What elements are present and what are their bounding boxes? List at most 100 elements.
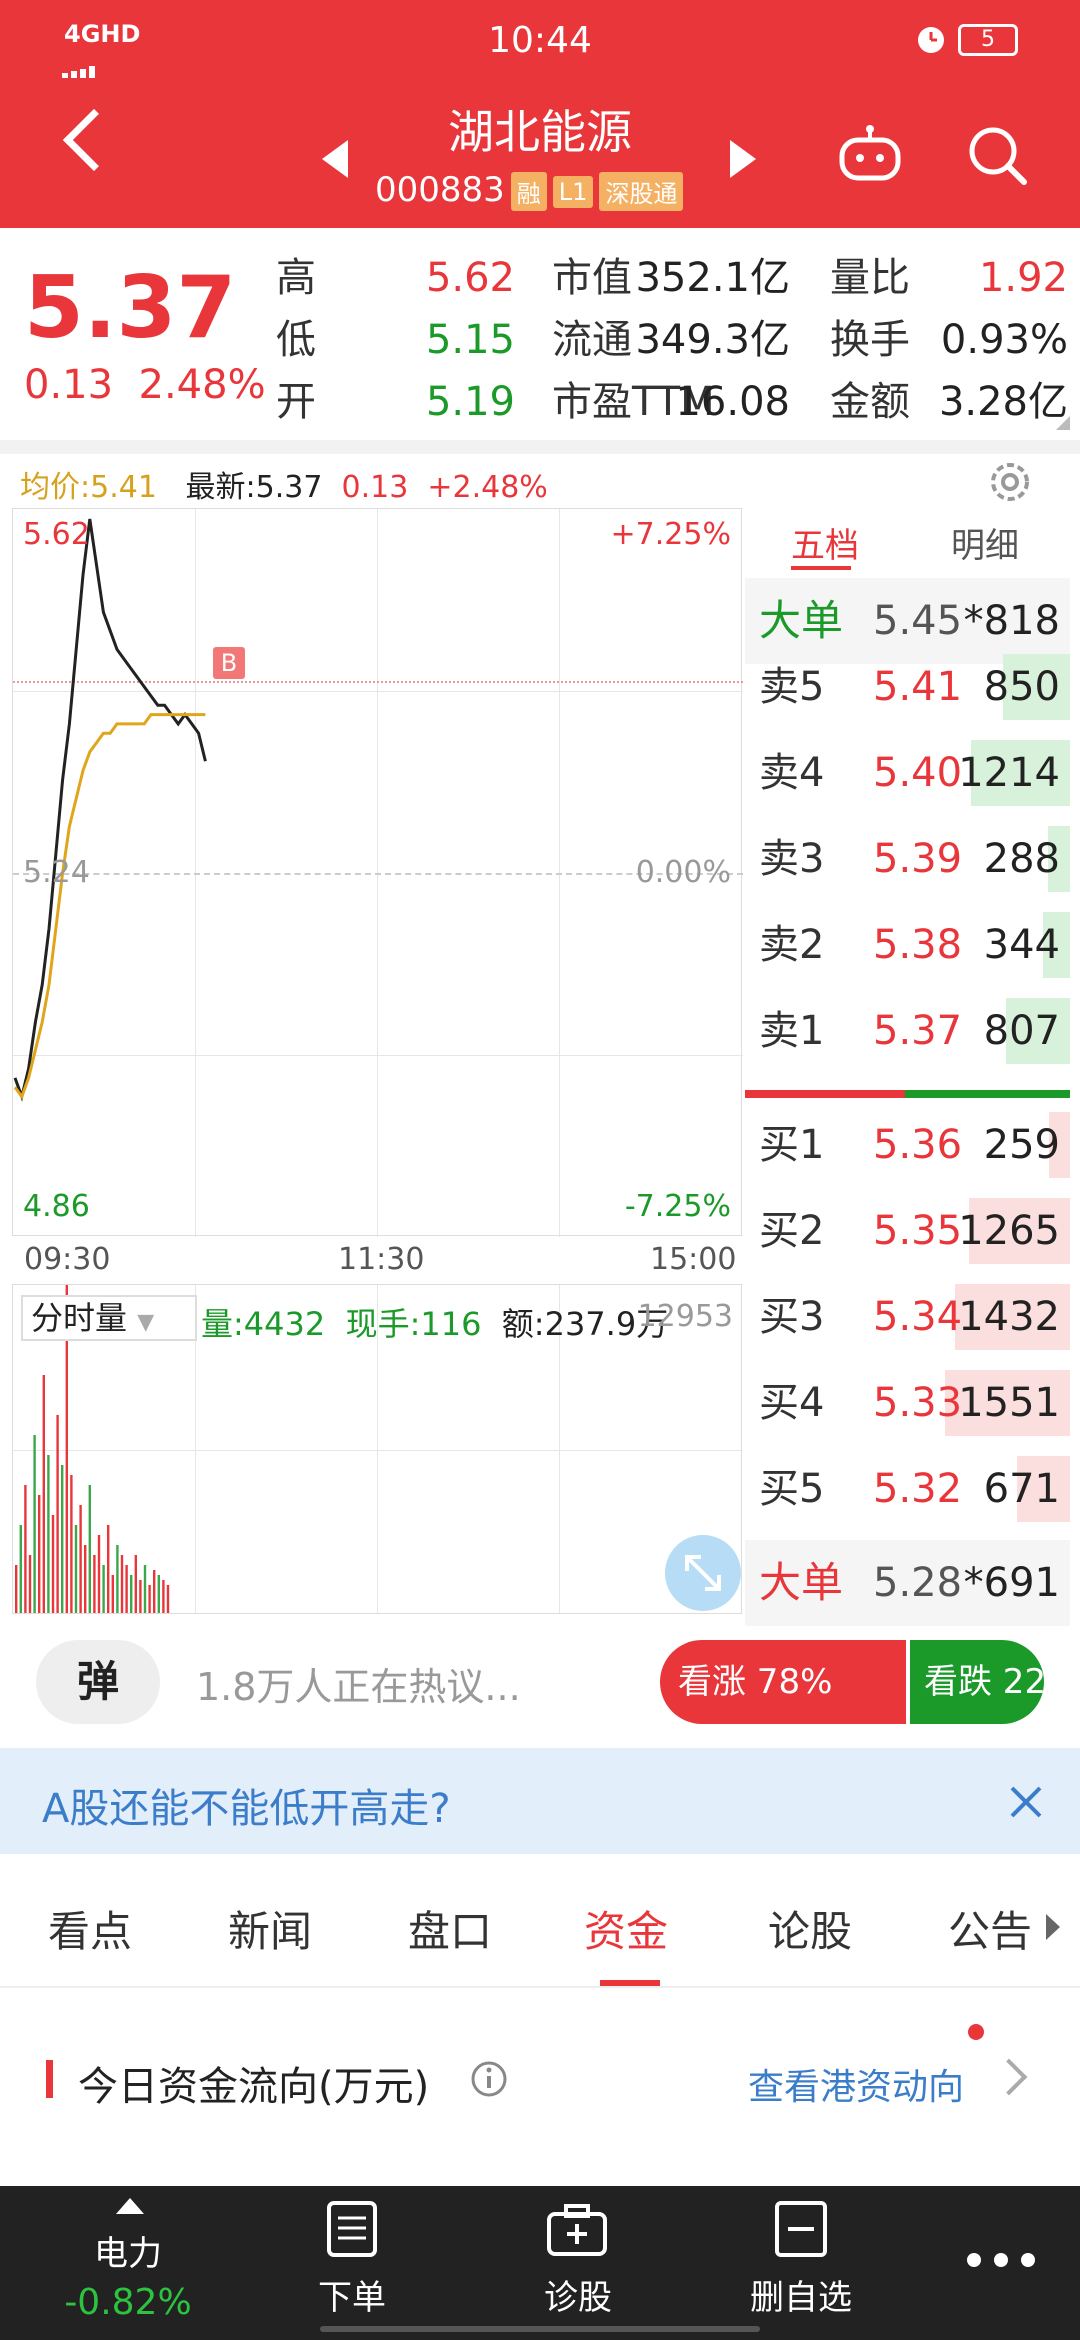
battery-icon: 5 (958, 24, 1018, 56)
notification-dot (968, 2024, 984, 2040)
quote-value-7: 16.08 (675, 379, 790, 425)
search-icon[interactable] (966, 124, 1030, 192)
nav-remove-watchlist[interactable]: 删自选 (730, 2270, 872, 2319)
volume-bar (139, 1580, 142, 1613)
tag-connect: 深股通 (599, 172, 684, 211)
tab-detail[interactable]: 明细 (951, 518, 1019, 567)
buy-level-volume: 1432 (958, 1294, 1060, 1340)
volume-bar (24, 1485, 27, 1613)
latest-pct: +2.48% (427, 470, 548, 505)
sell-level-row[interactable]: 卖3 5.39 288 (745, 816, 1070, 902)
volume-bar (130, 1575, 133, 1613)
tab-2[interactable]: 盘口 (408, 1898, 492, 1959)
sell-level-label: 卖5 (759, 664, 825, 710)
buy-level-row[interactable]: 买5 5.32 671 (745, 1446, 1070, 1532)
sell-level-row[interactable]: 卖1 5.37 807 (745, 988, 1070, 1074)
stock-code: 000883 (375, 170, 505, 210)
sell-level-row[interactable]: 卖4 5.40 1214 (745, 730, 1070, 816)
tab-3[interactable]: 资金 (584, 1898, 668, 1959)
fund-flow-title: 今日资金流向(万元) (78, 2064, 430, 2110)
chevron-right-icon[interactable] (990, 2058, 1028, 2096)
buy-level-volume: 1265 (958, 1208, 1060, 1254)
divider (0, 440, 1080, 454)
nav-diagnose[interactable]: 诊股 (516, 2270, 640, 2319)
y-min-label: 4.86 (23, 1189, 90, 1224)
fullscreen-icon[interactable] (665, 1535, 741, 1611)
pct-max-label: +7.25% (610, 517, 731, 552)
buy-marker[interactable]: B (213, 647, 245, 679)
price-line-svg (13, 518, 207, 1102)
buy-level-label: 买5 (759, 1466, 825, 1512)
volume-bar (97, 1535, 101, 1613)
volume-bar (88, 1485, 91, 1613)
tab-1[interactable]: 新闻 (228, 1898, 312, 1959)
price-chart[interactable]: B 5.62 5.24 4.86 +7.25% 0.00% -7.25% (12, 508, 743, 1237)
section-marker (46, 2060, 53, 2098)
robot-icon[interactable] (838, 124, 902, 188)
vote-down-button[interactable]: 看跌 22% (906, 1640, 1044, 1724)
buy-level-price: 5.32 (873, 1466, 963, 1512)
buy-level-row[interactable]: 买4 5.33 1551 (745, 1360, 1070, 1446)
sell-level-volume: 807 (983, 1008, 1060, 1054)
price-change: 0.13 2.48% (24, 362, 266, 408)
buy-level-row[interactable]: 买2 5.35 1265 (745, 1188, 1070, 1274)
expand-corner-icon[interactable] (1056, 416, 1070, 430)
prev-stock-icon[interactable] (322, 140, 348, 178)
buy-level-row[interactable]: 买3 5.34 1432 (745, 1274, 1070, 1360)
home-indicator (320, 2326, 760, 2332)
buy-level-row[interactable]: 买1 5.36 259 (745, 1102, 1070, 1188)
volume-bar (51, 1515, 55, 1613)
sell-level-row[interactable]: 卖5 5.41 850 (745, 644, 1070, 730)
info-icon[interactable] (470, 2060, 508, 2102)
stock-code-row: 000883 融 L1 深股通 (375, 170, 684, 211)
avg-price-line (13, 713, 206, 1100)
next-stock-icon[interactable] (730, 140, 756, 178)
alarm-icon (914, 22, 948, 65)
tabs-more-icon[interactable] (1046, 1914, 1060, 1940)
current-price: 5.37 (24, 258, 237, 358)
sector-name[interactable]: 电力 (0, 2226, 256, 2275)
sell-level-label: 卖2 (759, 922, 825, 968)
volume-bar (42, 1375, 45, 1613)
volume-bar (162, 1580, 165, 1613)
latest-change: 0.13 (341, 470, 409, 505)
y-max-label: 5.62 (23, 517, 90, 552)
discuss-text[interactable]: 1.8万人正在热议... (196, 1656, 521, 1711)
settings-gear-icon[interactable] (986, 458, 1034, 510)
tag-level: L1 (552, 175, 594, 208)
tab-five-level[interactable]: 五档 (791, 518, 859, 567)
vote-up-button[interactable]: 看涨 78% (660, 1640, 906, 1724)
buy-level-price: 5.36 (873, 1122, 963, 1168)
volume-bar (120, 1555, 124, 1613)
volume-bar (143, 1565, 147, 1613)
quote-label-8: 金额 (830, 379, 910, 425)
sell-level-label: 卖3 (759, 836, 825, 882)
sell-level-label: 卖4 (759, 750, 825, 796)
danmaku-button[interactable]: 弹 (36, 1640, 160, 1724)
sell-level-volume: 850 (983, 664, 1060, 710)
close-icon[interactable] (1008, 1784, 1044, 1824)
volume-bar (166, 1585, 170, 1613)
sentiment-vote: 看涨 78% 看跌 22% (660, 1640, 1044, 1724)
buy-level-price: 5.34 (873, 1294, 963, 1340)
tab-5[interactable]: 公告 (948, 1898, 1032, 1959)
remove-watchlist-icon[interactable] (774, 2200, 828, 2262)
order-icon[interactable] (326, 2200, 380, 2262)
quote-label-4: 流通 (552, 317, 632, 363)
sell-level-price: 5.37 (873, 1008, 963, 1054)
nav-order[interactable]: 下单 (290, 2270, 414, 2319)
hk-fund-link[interactable]: 查看港资动向 (748, 2058, 964, 2110)
more-icon[interactable] (966, 2252, 1036, 2272)
stock-name: 湖北能源 (448, 105, 632, 159)
volume-chart[interactable]: 分时量 ▼ 量:4432 现手:116 额:237.9万 12953 (12, 1284, 742, 1614)
tab-4[interactable]: 论股 (768, 1898, 852, 1959)
question-banner[interactable]: A股还能不能低开高走? (0, 1748, 1080, 1854)
tab-0[interactable]: 看点 (48, 1898, 132, 1959)
sell-level-row[interactable]: 卖2 5.38 344 (745, 902, 1070, 988)
sell-level-price: 5.39 (873, 836, 963, 882)
quote-value-4: 349.3亿 (635, 317, 790, 363)
diagnose-icon[interactable] (546, 2204, 608, 2262)
back-icon[interactable] (62, 108, 126, 172)
banner-text: A股还能不能低开高走? (42, 1786, 451, 1832)
volume-selector[interactable]: 分时量 ▼ (21, 1295, 197, 1341)
